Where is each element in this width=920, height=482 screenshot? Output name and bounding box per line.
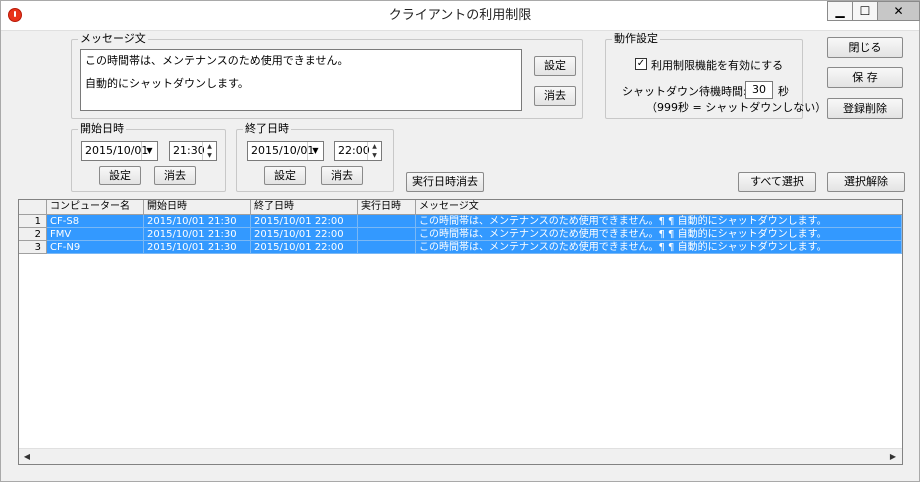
message-clear-button[interactable]: 消去 <box>534 86 576 106</box>
enable-restriction-checkbox[interactable]: ✓ <box>635 58 647 70</box>
maximize-button[interactable]: ☐ <box>852 1 878 21</box>
shutdown-wait-unit: 秒 <box>778 85 789 98</box>
start-clear-button[interactable]: 消去 <box>154 166 196 185</box>
grid-header: コンピューター名 開始日時 終了日時 実行日時 メッセージ文 <box>19 200 902 215</box>
column-header-executed[interactable]: 実行日時 <box>358 200 416 215</box>
delete-registration-button[interactable]: 登録削除 <box>827 98 903 119</box>
minimize-button[interactable]: ▁ <box>827 1 853 21</box>
title-bar: クライアントの利用制限 ▁ ☐ ✕ <box>1 1 920 31</box>
message-line-1: この時間帯は、メンテナンスのため使用できません。 <box>85 54 349 67</box>
cell-end[interactable]: 2015/10/01 22:00 <box>251 215 358 228</box>
start-datetime-group: 開始日時 2015/10/01 ▼ 21:30 ▲ ▼ 設定 消去 <box>71 122 226 192</box>
start-time-stepper[interactable]: 21:30 ▲ ▼ <box>169 141 217 161</box>
row-number[interactable]: 2 <box>19 228 47 241</box>
cell-end[interactable]: 2015/10/01 22:00 <box>251 228 358 241</box>
message-line-2: 自動的にシャットダウンします。 <box>85 77 249 90</box>
operation-group: 動作設定 ✓ 利用制限機能を有効にする シャットダウン待機時間: 30 秒 （9… <box>605 32 826 119</box>
window-title: クライアントの利用制限 <box>388 8 532 23</box>
cell-computer[interactable]: CF-N9 <box>47 241 144 254</box>
save-button[interactable]: 保 存 <box>827 67 903 88</box>
deselect-button[interactable]: 選択解除 <box>827 172 905 192</box>
chevron-down-icon[interactable]: ▼ <box>307 142 323 160</box>
end-set-button[interactable]: 設定 <box>264 166 306 185</box>
cell-start[interactable]: 2015/10/01 21:30 <box>144 215 251 228</box>
shutdown-note: （999秒 = シャットダウンしない） <box>646 101 827 114</box>
cell-executed[interactable] <box>358 241 416 254</box>
cell-message[interactable]: この時間帯は、メンテナンスのため使用できません。¶ ¶ 自動的にシャットダウンし… <box>416 241 902 254</box>
start-date-picker[interactable]: 2015/10/01 ▼ <box>81 141 158 161</box>
grid-corner <box>19 200 47 215</box>
horizontal-scrollbar[interactable]: ◀ ▶ <box>19 448 902 464</box>
end-group-legend: 終了日時 <box>243 122 291 136</box>
message-group: メッセージ文 この時間帯は、メンテナンスのため使用できません。 自動的にシャット… <box>71 32 583 119</box>
start-group-legend: 開始日時 <box>78 122 126 136</box>
chevron-down-icon[interactable]: ▼ <box>141 142 157 160</box>
column-header-start[interactable]: 開始日時 <box>144 200 251 215</box>
scroll-thumb[interactable] <box>36 451 885 463</box>
column-header-computer[interactable]: コンピューター名 <box>47 200 144 215</box>
message-textarea[interactable]: この時間帯は、メンテナンスのため使用できません。 自動的にシャットダウンします。 <box>80 49 522 111</box>
end-datetime-group: 終了日時 2015/10/01 ▼ 22:00 ▲ ▼ 設定 消去 <box>236 122 394 192</box>
spin-arrows-icon[interactable]: ▲ ▼ <box>367 142 381 160</box>
scroll-right-icon[interactable]: ▶ <box>885 449 901 465</box>
close-button[interactable]: 閉じる <box>827 37 903 58</box>
spin-arrows-icon[interactable]: ▲ ▼ <box>202 142 216 160</box>
clear-exec-time-button[interactable]: 実行日時消去 <box>406 172 484 192</box>
table-row[interactable]: 1 CF-S8 2015/10/01 21:30 2015/10/01 22:0… <box>19 215 902 228</box>
start-date-value: 2015/10/01 <box>85 144 149 157</box>
enable-restriction-label: 利用制限機能を有効にする <box>651 59 784 72</box>
column-header-message[interactable]: メッセージ文 <box>416 200 902 215</box>
close-window-button[interactable]: ✕ <box>877 1 920 21</box>
end-date-value: 2015/10/01 <box>251 144 315 157</box>
column-header-end[interactable]: 終了日時 <box>251 200 358 215</box>
cell-end[interactable]: 2015/10/01 22:00 <box>251 241 358 254</box>
start-time-value: 21:30 <box>173 144 205 157</box>
select-all-button[interactable]: すべて選択 <box>738 172 816 192</box>
end-clear-button[interactable]: 消去 <box>321 166 363 185</box>
cell-executed[interactable] <box>358 215 416 228</box>
cell-computer[interactable]: FMV <box>47 228 144 241</box>
cell-message[interactable]: この時間帯は、メンテナンスのため使用できません。¶ ¶ 自動的にシャットダウンし… <box>416 228 902 241</box>
cell-executed[interactable] <box>358 228 416 241</box>
cell-message[interactable]: この時間帯は、メンテナンスのため使用できません。¶ ¶ 自動的にシャットダウンし… <box>416 215 902 228</box>
start-set-button[interactable]: 設定 <box>99 166 141 185</box>
end-time-value: 22:00 <box>338 144 370 157</box>
cell-start[interactable]: 2015/10/01 21:30 <box>144 228 251 241</box>
message-group-legend: メッセージ文 <box>78 32 148 46</box>
table-row[interactable]: 3 CF-N9 2015/10/01 21:30 2015/10/01 22:0… <box>19 241 902 254</box>
end-time-stepper[interactable]: 22:00 ▲ ▼ <box>334 141 382 161</box>
cell-start[interactable]: 2015/10/01 21:30 <box>144 241 251 254</box>
operation-group-legend: 動作設定 <box>612 32 660 46</box>
shutdown-wait-input[interactable]: 30 <box>745 81 773 99</box>
main-window: クライアントの利用制限 ▁ ☐ ✕ メッセージ文 この時間帯は、メンテナンスのた… <box>0 0 920 482</box>
table-row[interactable]: 2 FMV 2015/10/01 21:30 2015/10/01 22:00 … <box>19 228 902 241</box>
computer-grid[interactable]: コンピューター名 開始日時 終了日時 実行日時 メッセージ文 1 CF-S8 2… <box>18 199 903 465</box>
end-date-picker[interactable]: 2015/10/01 ▼ <box>247 141 324 161</box>
scroll-left-icon[interactable]: ◀ <box>19 449 35 465</box>
shutdown-wait-label: シャットダウン待機時間: <box>622 85 747 98</box>
row-number[interactable]: 3 <box>19 241 47 254</box>
row-number[interactable]: 1 <box>19 215 47 228</box>
message-set-button[interactable]: 設定 <box>534 56 576 76</box>
cell-computer[interactable]: CF-S8 <box>47 215 144 228</box>
